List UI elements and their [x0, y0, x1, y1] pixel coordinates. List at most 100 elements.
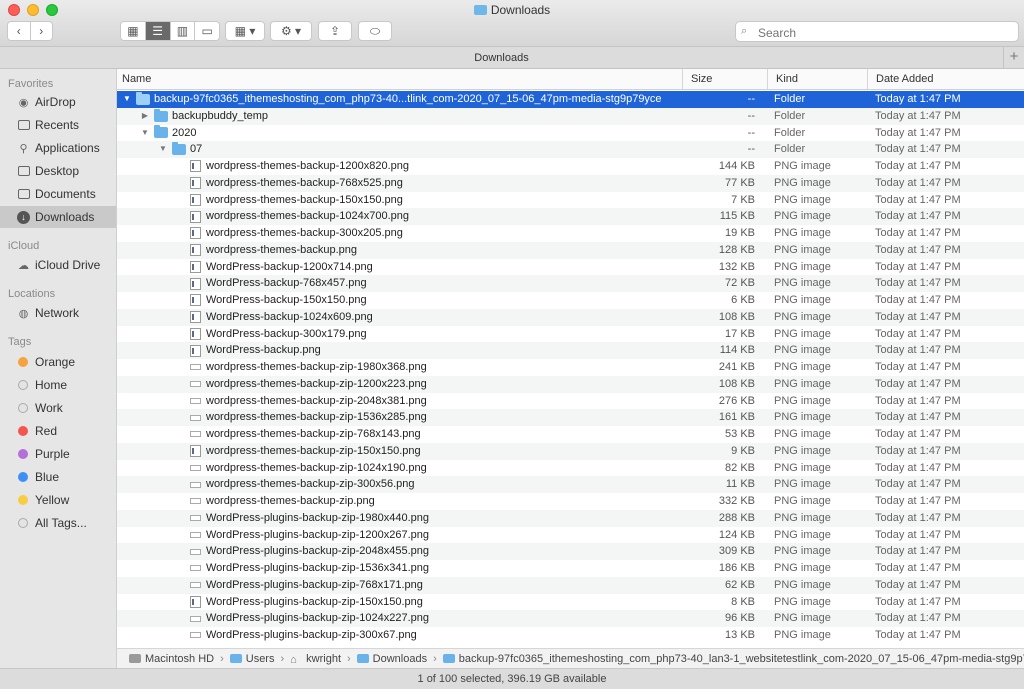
sidebar-item-desktop[interactable]: Desktop: [0, 160, 116, 182]
tab-downloads[interactable]: Downloads: [0, 52, 1003, 64]
sidebar-tag-orange[interactable]: Orange: [0, 351, 116, 373]
sidebar-tag-home[interactable]: Home: [0, 374, 116, 396]
png-file-icon: [190, 397, 201, 404]
gallery-view-button[interactable]: ▭: [195, 22, 219, 40]
table-row[interactable]: WordPress-backup-768x457.png 72 KB PNG ima…: [117, 275, 1024, 292]
file-size: 72 KB: [725, 277, 755, 290]
share-button[interactable]: ⇪: [318, 21, 352, 41]
search-input[interactable]: [756, 24, 1015, 41]
sidebar-item-airdrop[interactable]: ◉ AirDrop: [0, 91, 116, 113]
table-row[interactable]: wordpress-themes-backup-zip-300x56.png 11…: [117, 476, 1024, 493]
icon-view-button[interactable]: ▦: [121, 22, 146, 40]
chevron-right-icon: ›: [220, 652, 224, 665]
path-component[interactable]: Downloads: [356, 653, 427, 665]
path-component[interactable]: Macintosh HD: [129, 653, 214, 665]
tag-dot-icon: [18, 518, 28, 528]
table-row[interactable]: wordpress-themes-backup-1024x700.png 115 …: [117, 208, 1024, 225]
file-name: WordPress-plugins-backup-zip-2048x455.pn…: [206, 545, 429, 558]
disclosure-open-icon[interactable]: ▼: [139, 125, 151, 142]
file-name: 2020: [172, 126, 197, 139]
table-row[interactable]: WordPress-backup-1024x609.png 108 KB PNG i…: [117, 308, 1024, 326]
column-header-kind[interactable]: Kind: [767, 69, 867, 89]
table-row[interactable]: wordpress-themes-backup-768x525.png 77 KB…: [117, 174, 1024, 192]
column-header-date-added[interactable]: Date Added: [867, 69, 1024, 89]
table-row[interactable]: WordPress-plugins-backup-zip-1536x341.pn…: [117, 560, 1024, 577]
action-menu-button[interactable]: ⚙ ▾: [270, 21, 312, 41]
table-row[interactable]: wordpress-themes-backup-150x150.png 7 KB P…: [117, 192, 1024, 209]
sidebar-item-icloud-drive[interactable]: ☁ iCloud Drive: [0, 254, 116, 276]
sidebar-tag-yellow[interactable]: Yellow: [0, 489, 116, 511]
sidebar-item-network[interactable]: ◍ Network: [0, 302, 116, 324]
name-cell: wordpress-themes-backup-zip-1536x285.png: [117, 409, 740, 426]
png-file-icon: [190, 414, 201, 421]
table-row[interactable]: WordPress-backup.png 114 KB PNG image Today…: [117, 342, 1024, 359]
column-view-button[interactable]: ▥: [171, 22, 196, 40]
sidebar-tag-blue[interactable]: Blue: [0, 466, 116, 488]
file-name: wordpress-themes-backup-768x525.png: [206, 176, 403, 189]
table-row[interactable]: WordPress-plugins-backup-zip-2048x455.pn…: [117, 543, 1024, 560]
table-row[interactable]: ▼ 2020 -- Folder Today at 1:47 PM: [117, 125, 1024, 142]
table-row[interactable]: WordPress-plugins-backup-zip-1200x267.pn…: [117, 527, 1024, 544]
table-row[interactable]: ▼ 07 -- Folder Today at 1:47 PM: [117, 141, 1024, 158]
tag-dot-icon: [18, 472, 28, 482]
path-component[interactable]: ⌂ kwright: [290, 653, 341, 667]
file-date-added: Today at 1:47 PM: [875, 578, 961, 591]
table-row[interactable]: wordpress-themes-backup-zip-150x150.png 9…: [117, 442, 1024, 460]
table-row[interactable]: WordPress-backup-300x179.png 17 KB PNG ima…: [117, 326, 1024, 343]
forward-button[interactable]: ›: [31, 22, 53, 40]
disclosure-open-icon[interactable]: ▼: [157, 141, 169, 158]
gallery-view-icon: ▭: [201, 24, 213, 38]
table-row[interactable]: wordpress-themes-backup-zip-1980x368.png…: [117, 359, 1024, 376]
png-file-icon: [190, 294, 201, 307]
sidebar-item-applications[interactable]: ⚲ Applications: [0, 137, 116, 159]
table-row[interactable]: WordPress-plugins-backup-zip-1980x440.pn…: [117, 509, 1024, 527]
table-row[interactable]: ▼ backup-97fc0365_ithemeshosting_com_php7…: [117, 91, 1024, 108]
sidebar-tag-purple[interactable]: Purple: [0, 443, 116, 465]
table-row[interactable]: WordPress-backup-150x150.png 6 KB PNG imag…: [117, 292, 1024, 309]
file-date-added: Today at 1:47 PM: [875, 545, 961, 558]
new-tab-button[interactable]: +: [1003, 47, 1024, 68]
png-file-icon: [190, 498, 201, 505]
group-by-button[interactable]: ▦ ▾: [225, 21, 265, 41]
file-date-added: Today at 1:47 PM: [875, 361, 961, 373]
table-row[interactable]: wordpress-themes-backup-zip-2048x381.png…: [117, 393, 1024, 410]
disclosure-open-icon[interactable]: ▼: [121, 91, 133, 108]
file-name: WordPress-plugins-backup-zip-1200x267.pn…: [206, 528, 429, 541]
column-header-size[interactable]: Size: [682, 69, 767, 89]
search-field[interactable]: ⌕: [735, 21, 1019, 42]
table-row[interactable]: wordpress-themes-backup.png 128 KB PNG ima…: [117, 241, 1024, 259]
file-date-added: Today at 1:47 PM: [875, 478, 961, 491]
table-row[interactable]: WordPress-backup-1200x714.png 132 KB PNG i…: [117, 259, 1024, 276]
table-row[interactable]: wordpress-themes-backup-300x205.png 19 KB…: [117, 225, 1024, 242]
name-cell: WordPress-plugins-backup-zip-1024x227.pn…: [117, 610, 740, 627]
table-row[interactable]: wordpress-themes-backup-zip-768x143.png 5…: [117, 426, 1024, 443]
name-cell: wordpress-themes-backup-zip-768x143.png: [117, 426, 740, 443]
sidebar-item-recents[interactable]: Recents: [0, 114, 116, 136]
sidebar-item-documents[interactable]: Documents: [0, 183, 116, 205]
sidebar-tag-work[interactable]: Work: [0, 397, 116, 419]
table-row[interactable]: wordpress-themes-backup-zip.png 332 KB PNG…: [117, 493, 1024, 510]
list-view-button[interactable]: ☰: [145, 22, 171, 40]
table-row[interactable]: ▶ backupbuddy_temp -- Folder Today at 1:47 P…: [117, 107, 1024, 125]
table-row[interactable]: wordpress-themes-backup-zip-1024x190.png…: [117, 460, 1024, 477]
table-row[interactable]: wordpress-themes-backup-1200x820.png 144 …: [117, 158, 1024, 175]
column-header-name[interactable]: Name: [117, 69, 682, 89]
path-component[interactable]: Users: [229, 653, 274, 665]
table-row[interactable]: wordpress-themes-backup-zip-1200x223.png…: [117, 375, 1024, 393]
disclosure-closed-icon[interactable]: ▶: [139, 108, 151, 125]
tab-bar: Downloads +: [0, 47, 1024, 69]
file-name: wordpress-themes-backup-zip-1536x285.png: [206, 411, 427, 424]
folder-icon: [154, 108, 168, 122]
table-row[interactable]: WordPress-plugins-backup-zip-768x171.png…: [117, 576, 1024, 594]
sidebar-tag-all-tags[interactable]: All Tags...: [0, 512, 116, 534]
back-button[interactable]: ‹: [8, 22, 31, 40]
path-component[interactable]: backup-97fc0365_ithemeshosting_com_php73…: [442, 653, 1024, 665]
table-row[interactable]: WordPress-plugins-backup-zip-1024x227.pn…: [117, 610, 1024, 627]
table-row[interactable]: WordPress-plugins-backup-zip-150x150.png…: [117, 594, 1024, 611]
sidebar-tag-red[interactable]: Red: [0, 420, 116, 442]
sidebar-item-downloads[interactable]: ↓ Downloads: [0, 206, 116, 228]
sidebar-header-locations: Locations: [8, 288, 56, 300]
table-row[interactable]: WordPress-plugins-backup-zip-300x67.png 1…: [117, 627, 1024, 644]
table-row[interactable]: wordpress-themes-backup-zip-1536x285.png…: [117, 409, 1024, 426]
edit-tags-button[interactable]: ⬭: [358, 21, 392, 41]
